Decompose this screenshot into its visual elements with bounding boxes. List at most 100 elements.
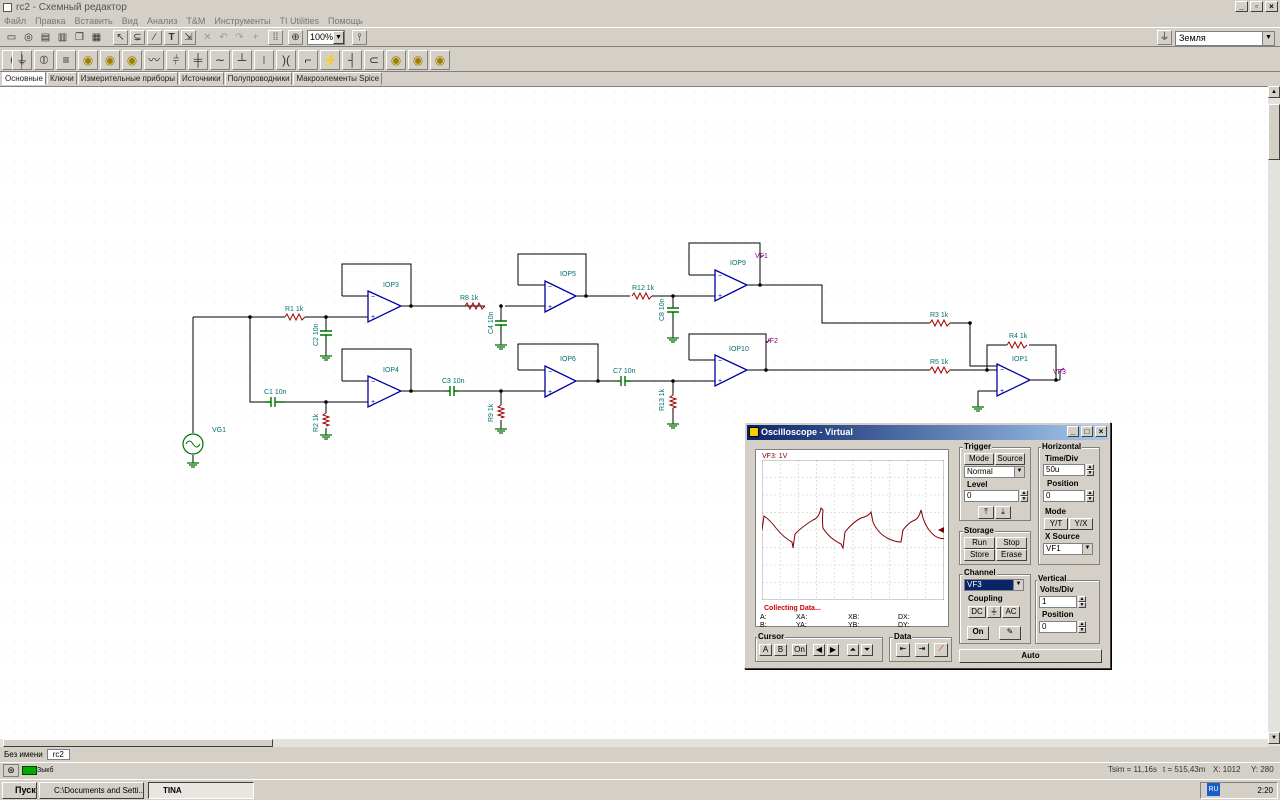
- run-button[interactable]: Run: [964, 537, 995, 549]
- osc-maximize-button[interactable]: □: [1081, 426, 1093, 437]
- gnd-coupling-icon[interactable]: ⏚: [987, 606, 1001, 618]
- yx-button[interactable]: Y/X: [1069, 518, 1093, 530]
- inductor-icon[interactable]: ∼: [210, 50, 230, 70]
- cursor-b-button[interactable]: B: [774, 644, 787, 656]
- rotate-icon[interactable]: +: [248, 30, 263, 45]
- tab-semiconductors[interactable]: Полупроводники: [224, 72, 293, 85]
- tab-basic[interactable]: Основные: [2, 72, 46, 85]
- auto-button[interactable]: Auto: [959, 649, 1102, 663]
- xsource-select[interactable]: VF1 ▼: [1043, 543, 1093, 555]
- battery-icon[interactable]: ≡: [56, 50, 76, 70]
- ammeter-icon[interactable]: ◉: [100, 50, 120, 70]
- rising-edge-icon[interactable]: ⤒: [978, 506, 994, 519]
- menu-edit[interactable]: Правка: [35, 16, 65, 26]
- channel-select[interactable]: VF3 ▼: [964, 579, 1024, 591]
- channel-on-button[interactable]: On: [967, 626, 989, 640]
- scroll-up-icon[interactable]: ▲: [1268, 86, 1280, 98]
- close-button[interactable]: ×: [1265, 1, 1278, 12]
- sheet-tab-rc2[interactable]: rc2: [46, 749, 70, 760]
- start-button[interactable]: Пуск: [2, 782, 37, 799]
- probe-icon[interactable]: ✎: [999, 626, 1021, 640]
- text-icon[interactable]: T: [164, 30, 179, 45]
- print-icon[interactable]: ▥: [55, 30, 70, 45]
- yt-button[interactable]: Y/T: [1044, 518, 1068, 530]
- time-down-icon[interactable]: ▼: [1086, 470, 1094, 476]
- erase-button[interactable]: Erase: [996, 549, 1027, 561]
- open-icon[interactable]: ▭: [4, 30, 19, 45]
- menu-file[interactable]: Файл: [4, 16, 26, 26]
- analysis-icon[interactable]: ⊛: [3, 764, 19, 777]
- trigger-mode-select[interactable]: Normal ▼: [964, 466, 1025, 478]
- scroll-thumb[interactable]: [1268, 104, 1280, 160]
- trigger-source-button[interactable]: Source: [995, 453, 1025, 465]
- ac-button[interactable]: AC: [1002, 606, 1020, 618]
- dc-button[interactable]: DC: [968, 606, 986, 618]
- osc-close-button[interactable]: ×: [1095, 426, 1107, 437]
- vertical-scrollbar[interactable]: ▲ ▼: [1268, 86, 1280, 746]
- task-explorer[interactable]: C:\Documents and Setti...: [39, 782, 144, 799]
- ground-select[interactable]: Земля ▼: [1175, 31, 1275, 46]
- transformer-icon[interactable]: ⧘: [254, 50, 274, 70]
- chevron-down-icon[interactable]: ▼: [333, 31, 344, 44]
- pen-icon[interactable]: ∕: [147, 30, 162, 45]
- menu-view[interactable]: Вид: [122, 16, 138, 26]
- voltmeter-icon[interactable]: ◉: [122, 50, 142, 70]
- scroll-down-icon[interactable]: ▼: [1268, 732, 1280, 744]
- search-icon[interactable]: ◎: [21, 30, 36, 45]
- voltage-source-icon[interactable]: ⦶: [34, 50, 54, 70]
- wire-icon[interactable]: ⊊: [130, 30, 145, 45]
- sheet-tab-untitled[interactable]: Без имени: [4, 750, 43, 759]
- v-position-field[interactable]: 0: [1039, 621, 1077, 633]
- menu-ti-utilities[interactable]: TI Utilities: [280, 16, 320, 26]
- paste-icon[interactable]: ▦: [89, 30, 104, 45]
- ground-tool-icon[interactable]: ⏚: [1157, 30, 1172, 45]
- task-tina[interactable]: TINA: [148, 782, 254, 799]
- trigger-level-field[interactable]: 0: [964, 490, 1019, 502]
- tab-spice-macros[interactable]: Макроэлементы Spice: [293, 72, 383, 85]
- electrolytic-icon[interactable]: ┴: [232, 50, 252, 70]
- switch-icon[interactable]: ⌐: [298, 50, 318, 70]
- vpos-down-icon[interactable]: ▼: [1078, 627, 1086, 633]
- data-save-icon[interactable]: ⇥: [915, 643, 929, 657]
- cursor-right-icon[interactable]: ▶: [827, 644, 839, 656]
- redo-icon[interactable]: ↷: [232, 30, 247, 45]
- time-div-field[interactable]: 50u: [1043, 464, 1085, 476]
- led-icon[interactable]: ◉: [408, 50, 428, 70]
- indicator-icon[interactable]: ◉: [430, 50, 450, 70]
- probe-component-icon[interactable]: ⊂: [364, 50, 384, 70]
- meter-icon[interactable]: ◉: [78, 50, 98, 70]
- pointer-icon[interactable]: ↖: [113, 30, 128, 45]
- delete-icon[interactable]: ✕: [200, 30, 215, 45]
- volts-div-field[interactable]: 1: [1039, 596, 1077, 608]
- ground-component-icon[interactable]: ⏚: [12, 50, 32, 70]
- h-position-field[interactable]: 0: [1043, 490, 1085, 502]
- lamp-icon[interactable]: ⚡: [320, 50, 340, 70]
- bulb-icon[interactable]: ◉: [386, 50, 406, 70]
- cursor-a-button[interactable]: A: [759, 644, 772, 656]
- copy-icon[interactable]: ❐: [72, 30, 87, 45]
- minimize-button[interactable]: _: [1235, 1, 1248, 12]
- tab-switches[interactable]: Ключи: [46, 72, 77, 85]
- probe-icon[interactable]: ⫯: [352, 30, 367, 45]
- potentiometer-icon[interactable]: ⫩: [166, 50, 186, 70]
- hpos-down-icon[interactable]: ▼: [1086, 496, 1094, 502]
- menu-analysis[interactable]: Анализ: [147, 16, 177, 26]
- menu-tools[interactable]: Инструменты: [214, 16, 270, 26]
- tag-icon[interactable]: ⇲: [181, 30, 196, 45]
- zoom-icon[interactable]: ⊕: [288, 30, 303, 45]
- tab-meters[interactable]: Измерительные приборы: [77, 72, 178, 85]
- cursor-up-icon[interactable]: ⏶: [847, 644, 859, 656]
- coupled-coil-icon[interactable]: )(: [276, 50, 296, 70]
- cursor-down-icon[interactable]: ⏷: [861, 644, 873, 656]
- menu-tm[interactable]: T&M: [186, 16, 205, 26]
- grid-icon[interactable]: ⁞⁞: [268, 30, 283, 45]
- trigger-mode-button[interactable]: Mode: [964, 453, 994, 465]
- cursor-left-icon[interactable]: ◀: [813, 644, 825, 656]
- resistor-icon[interactable]: 〰: [144, 50, 164, 70]
- osc-minimize-button[interactable]: _: [1067, 426, 1079, 437]
- tab-sources[interactable]: Источники: [178, 72, 224, 85]
- save-icon[interactable]: ▤: [38, 30, 53, 45]
- fuse-icon[interactable]: ┤: [342, 50, 362, 70]
- data-export-icon[interactable]: ⟋: [934, 643, 948, 657]
- undo-icon[interactable]: ↶: [216, 30, 231, 45]
